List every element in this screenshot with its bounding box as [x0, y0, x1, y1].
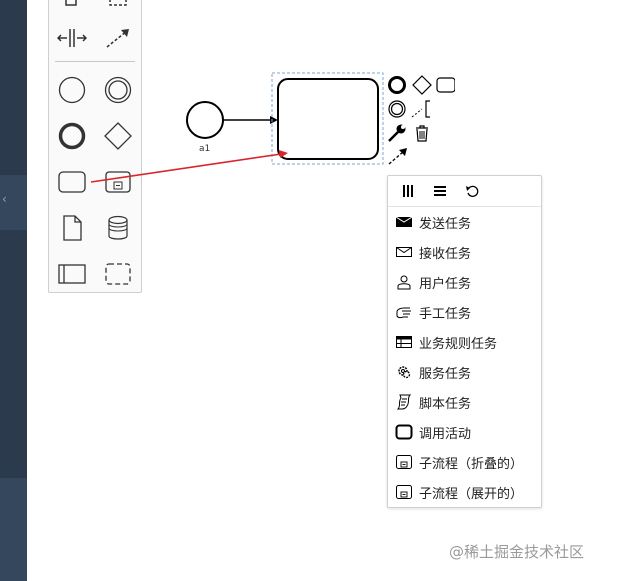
sequential-multi-instance-icon[interactable]: [428, 180, 452, 202]
replace-item-label: 子流程（折叠的）: [419, 456, 524, 472]
receive-task-icon: [395, 243, 413, 261]
sequence-flow-arrowhead: [270, 116, 278, 124]
send-task-icon: [395, 213, 413, 231]
wrench-icon[interactable]: [387, 123, 407, 143]
replace-item-label: 用户任务: [419, 276, 472, 292]
replace-item-label: 脚本任务: [419, 396, 472, 412]
replace-item-label: 发送任务: [419, 216, 472, 232]
replace-item-manual-task[interactable]: 手工任务: [388, 297, 541, 327]
replace-item-expanded-subprocess[interactable]: 子流程（展开的）: [388, 477, 541, 507]
annotation-arrow: [90, 153, 282, 183]
parallel-multi-instance-icon[interactable]: [396, 180, 420, 202]
append-text-annotation-icon[interactable]: [410, 99, 430, 119]
replace-item-collapsed-subprocess[interactable]: 子流程（折叠的）: [388, 447, 541, 477]
manual-task-icon: [395, 303, 413, 321]
replace-menu-header: [388, 176, 541, 207]
start-event-label[interactable]: a1: [199, 144, 210, 154]
replace-item-receive-task[interactable]: 接收任务: [388, 237, 541, 267]
watermark: @稀土掘金技术社区: [449, 543, 585, 561]
replace-item-script-task[interactable]: 脚本任务: [388, 387, 541, 417]
user-task-icon: [395, 273, 413, 291]
replace-item-service-task[interactable]: 服务任务: [388, 357, 541, 387]
replace-item-send-task[interactable]: 发送任务: [388, 207, 541, 237]
script-task-icon: [395, 393, 413, 411]
replace-item-call-activity[interactable]: 调用活动: [388, 417, 541, 447]
loop-icon[interactable]: [460, 180, 484, 202]
business-rule-task-icon: [395, 333, 413, 351]
start-event[interactable]: [186, 101, 224, 139]
replace-item-label: 调用活动: [419, 426, 472, 442]
selected-task[interactable]: [277, 78, 379, 160]
collapsed-subprocess-icon: [395, 453, 413, 471]
replace-item-business-rule-task[interactable]: 业务规则任务: [388, 327, 541, 357]
replace-menu: 发送任务 接收任务 用户任务 手工任务 业务规则任务 服务任务 脚本任务 调用活…: [387, 175, 542, 508]
expanded-subprocess-icon: [395, 483, 413, 501]
replace-item-user-task[interactable]: 用户任务: [388, 267, 541, 297]
append-gateway-icon[interactable]: [412, 75, 432, 95]
replace-item-label: 业务规则任务: [419, 336, 498, 352]
append-end-event-icon[interactable]: [387, 75, 407, 95]
call-activity-icon: [395, 423, 413, 441]
append-intermediate-event-icon[interactable]: [387, 99, 407, 119]
replace-item-label: 服务任务: [419, 366, 472, 382]
trash-icon[interactable]: [412, 123, 432, 143]
replace-item-label: 子流程（展开的）: [419, 486, 524, 502]
service-task-icon: [395, 363, 413, 381]
replace-item-label: 接收任务: [419, 246, 472, 262]
append-task-icon[interactable]: [435, 75, 455, 95]
replace-item-label: 手工任务: [419, 306, 472, 322]
connect-icon[interactable]: [387, 146, 407, 166]
